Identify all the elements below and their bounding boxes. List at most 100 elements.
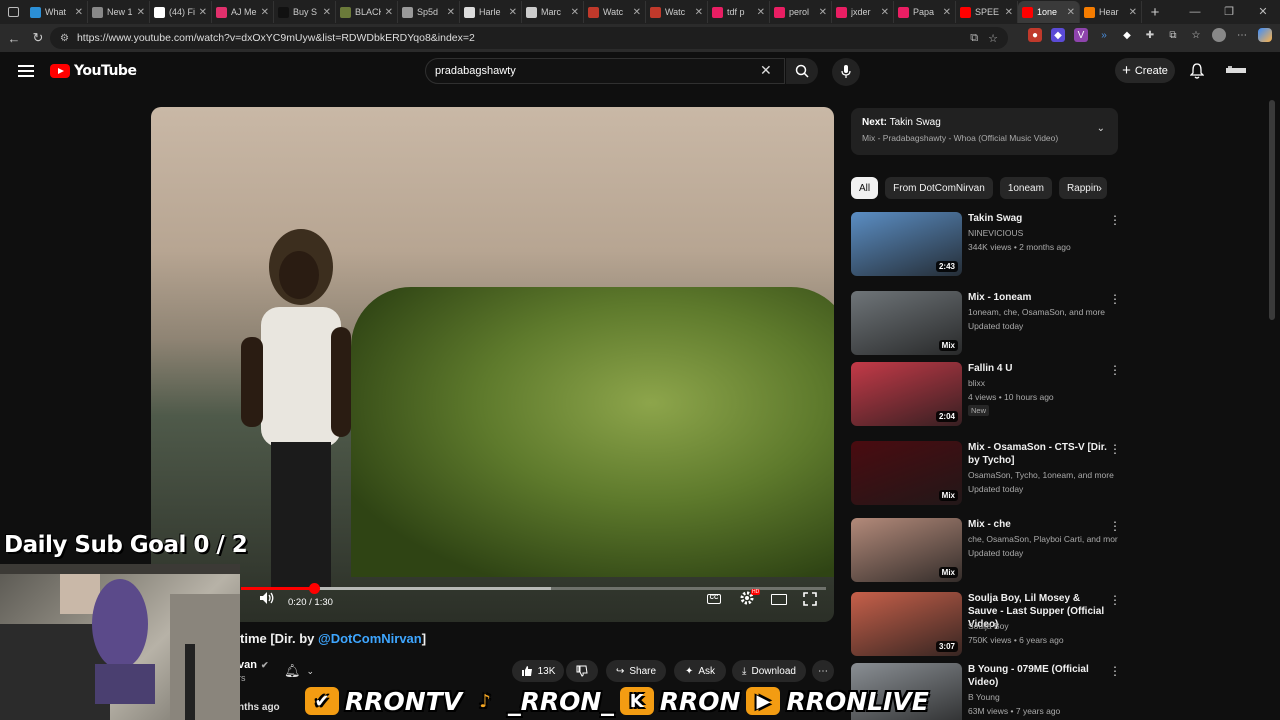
- tab-close-icon[interactable]: ✕: [1129, 7, 1137, 18]
- browser-tab[interactable]: Watc ✕: [584, 1, 646, 23]
- create-button[interactable]: + Create: [1115, 58, 1175, 83]
- browser-tab[interactable]: SPEE ✕: [956, 1, 1018, 23]
- more-vertical-icon[interactable]: ⋮: [1109, 293, 1121, 305]
- download-button[interactable]: ⤓ Download: [732, 660, 806, 682]
- extension-red-icon[interactable]: ●: [1028, 28, 1042, 42]
- filter-chip[interactable]: All: [851, 177, 879, 199]
- reload-button[interactable]: ↻: [26, 26, 50, 50]
- minimize-icon[interactable]: —: [1178, 0, 1212, 24]
- browser-tab[interactable]: AJ Me ✕: [212, 1, 274, 23]
- theater-mode-icon[interactable]: [771, 594, 787, 605]
- recommendation-item[interactable]: 2:43 Takin Swag NINEVICIOUS 344K views • 2 …: [851, 212, 1121, 278]
- filter-chip[interactable]: 1oneam: [999, 177, 1052, 199]
- extension-puzzle-icon[interactable]: ✚: [1143, 28, 1157, 42]
- video-thumbnail[interactable]: 3:07: [851, 592, 962, 656]
- recommendation-item[interactable]: Mix Mix - OsamaSon - CTS-V [Dir. by Tycho…: [851, 441, 1121, 507]
- recommendation-title[interactable]: Mix - 1oneam: [968, 291, 1108, 304]
- captions-icon[interactable]: CC: [707, 594, 721, 604]
- voice-search-button[interactable]: [832, 58, 860, 86]
- extensions-icon[interactable]: ⧉: [1166, 28, 1180, 42]
- page-scrollbar[interactable]: [1269, 100, 1275, 320]
- browser-tab[interactable]: perol ✕: [770, 1, 832, 23]
- site-info-icon[interactable]: ⚙: [60, 33, 69, 44]
- tab-close-icon[interactable]: ✕: [261, 7, 269, 18]
- recommendation-title[interactable]: Takin Swag: [968, 212, 1108, 225]
- tab-close-icon[interactable]: ✕: [757, 7, 765, 18]
- tab-close-icon[interactable]: ✕: [1005, 7, 1013, 18]
- browser-tab[interactable]: Papa ✕: [894, 1, 956, 23]
- tab-close-icon[interactable]: ✕: [695, 7, 703, 18]
- browser-tab[interactable]: jxder ✕: [832, 1, 894, 23]
- extension-v-icon[interactable]: V: [1074, 28, 1088, 42]
- tab-close-icon[interactable]: ✕: [75, 7, 83, 18]
- browser-tab[interactable]: Buy S ✕: [274, 1, 336, 23]
- dislike-button[interactable]: [566, 660, 598, 682]
- tab-close-icon[interactable]: ✕: [199, 7, 207, 18]
- open-in-app-icon[interactable]: ⧉: [970, 32, 978, 45]
- more-vertical-icon[interactable]: ⋮: [1109, 665, 1121, 677]
- recommendation-title[interactable]: Fallin 4 U: [968, 362, 1108, 375]
- more-menu-icon[interactable]: ⋯: [1235, 28, 1249, 42]
- subscription-bell-button[interactable]: 🔔︎ ⌄: [284, 660, 332, 682]
- browser-tab[interactable]: Sp5d ✕: [398, 1, 460, 23]
- more-actions-button[interactable]: ⋯: [812, 660, 834, 682]
- more-vertical-icon[interactable]: ⋮: [1109, 594, 1121, 606]
- video-thumbnail[interactable]: Mix: [851, 291, 962, 355]
- browser-tab[interactable]: Marc ✕: [522, 1, 584, 23]
- recommendation-channel[interactable]: OsamaSon, Tycho, 1oneam, and more: [968, 470, 1118, 480]
- extension-shield-icon[interactable]: ◆: [1051, 28, 1065, 42]
- back-button[interactable]: ←: [2, 26, 26, 50]
- more-vertical-icon[interactable]: ⋮: [1109, 364, 1121, 376]
- youtube-logo[interactable]: YouTube: [50, 63, 137, 79]
- close-window-icon[interactable]: ✕: [1246, 0, 1280, 24]
- address-bar[interactable]: ⚙ https://www.youtube.com/watch?v=dxOxYC…: [50, 27, 1008, 49]
- recommendation-item[interactable]: Mix Mix - 1oneam 1oneam, che, OsamaSon, an…: [851, 291, 1121, 357]
- video-thumbnail[interactable]: Mix: [851, 518, 962, 582]
- more-vertical-icon[interactable]: ⋮: [1109, 214, 1121, 226]
- recommendation-title[interactable]: Mix - OsamaSon - CTS-V [Dir. by Tycho]: [968, 441, 1108, 467]
- browser-tab[interactable]: New 1 ✕: [88, 1, 150, 23]
- tab-close-icon[interactable]: ✕: [137, 7, 145, 18]
- tab-close-icon[interactable]: ✕: [571, 7, 579, 18]
- browser-tab[interactable]: Harle ✕: [460, 1, 522, 23]
- recommendation-title[interactable]: Mix - che: [968, 518, 1108, 531]
- browser-tab[interactable]: BLACK ✕: [336, 1, 398, 23]
- recommendation-channel[interactable]: Soulja Boy: [968, 621, 1118, 631]
- more-vertical-icon[interactable]: ⋮: [1109, 443, 1121, 455]
- recommendation-channel[interactable]: B Young: [968, 692, 1118, 702]
- recommendation-item[interactable]: 3:07 Soulja Boy, Lil Mosey & Sauve - Last…: [851, 592, 1121, 658]
- browser-tab[interactable]: 1one ✕: [1018, 1, 1080, 23]
- tab-close-icon[interactable]: ✕: [385, 7, 393, 18]
- extension-diamond-icon[interactable]: ◆: [1120, 28, 1134, 42]
- recommendation-title[interactable]: B Young - 079ME (Official Video): [968, 663, 1108, 689]
- tab-close-icon[interactable]: ✕: [881, 7, 889, 18]
- browser-tab[interactable]: What ✕: [26, 1, 88, 23]
- window-menu-icon[interactable]: [0, 0, 26, 24]
- share-button[interactable]: ↪ Share: [606, 660, 666, 682]
- bookmark-star-icon[interactable]: ☆: [988, 32, 998, 45]
- restore-icon[interactable]: ❐: [1212, 0, 1246, 24]
- more-vertical-icon[interactable]: ⋮: [1109, 520, 1121, 532]
- browser-tab[interactable]: Watc ✕: [646, 1, 708, 23]
- tab-close-icon[interactable]: ✕: [509, 7, 517, 18]
- notifications-bell-icon[interactable]: [1189, 63, 1205, 84]
- search-input[interactable]: pradabagshawty: [425, 58, 785, 84]
- recommendation-channel[interactable]: 1oneam, che, OsamaSon, and more: [968, 307, 1118, 317]
- recommendation-item[interactable]: Mix Mix - che che, OsamaSon, Playboi Carti…: [851, 518, 1121, 584]
- expand-chevron-icon[interactable]: ⌄: [1097, 123, 1105, 134]
- tab-close-icon[interactable]: ✕: [819, 7, 827, 18]
- profile-avatar-icon[interactable]: [1212, 28, 1226, 42]
- director-mention-link[interactable]: @DotComNirvan: [318, 631, 422, 646]
- ask-button[interactable]: ✦ Ask: [674, 660, 726, 682]
- browser-tab[interactable]: tdf p ✕: [708, 1, 770, 23]
- tab-close-icon[interactable]: ✕: [633, 7, 641, 18]
- channel-name[interactable]: van ✔: [238, 659, 269, 671]
- video-thumbnail[interactable]: Mix: [851, 441, 962, 505]
- recommendation-channel[interactable]: che, OsamaSon, Playboi Carti, and more: [968, 534, 1118, 544]
- video-thumbnail[interactable]: 2:43: [851, 212, 962, 276]
- recommendation-item[interactable]: 2:04 Fallin 4 U blixx 4 views • 10 hours ag…: [851, 362, 1121, 428]
- video-player[interactable]: 0:20 / 1:30 CC HD: [151, 107, 834, 622]
- favorites-icon[interactable]: ☆: [1189, 28, 1203, 42]
- tab-close-icon[interactable]: ✕: [323, 7, 331, 18]
- video-thumbnail[interactable]: 2:04: [851, 362, 962, 426]
